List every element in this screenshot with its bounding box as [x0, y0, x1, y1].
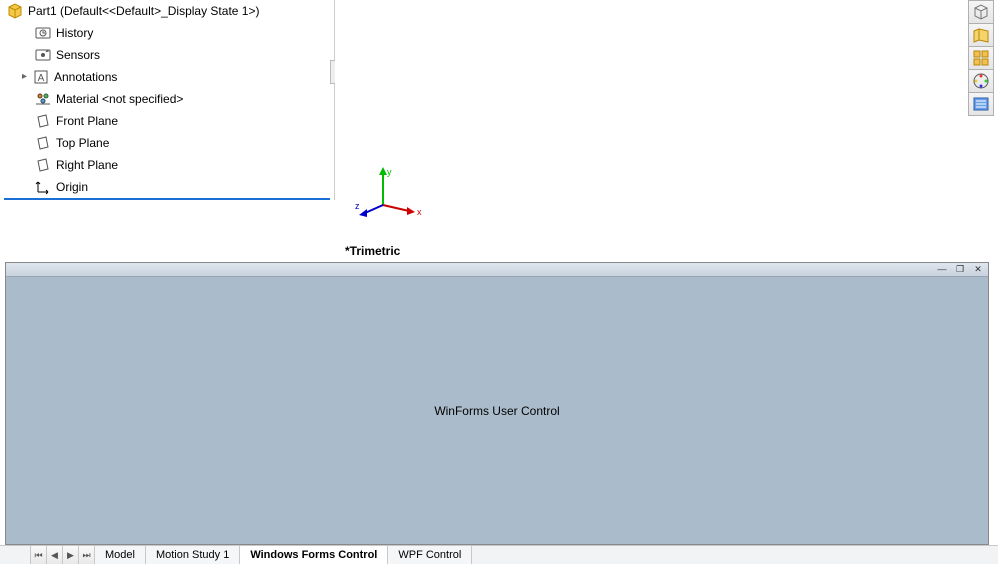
svg-text:A: A [38, 73, 45, 84]
plane-icon [34, 134, 52, 152]
tree-item-history[interactable]: History [0, 22, 334, 44]
tree-item-right-plane[interactable]: Right Plane [0, 154, 334, 176]
sw-resources-button[interactable] [968, 0, 994, 24]
tree-item-origin[interactable]: Origin [0, 176, 334, 198]
graphics-viewport[interactable]: y x z *Trimetric [335, 0, 968, 260]
tree-item-label: Annotations [54, 66, 117, 88]
tree-root-label: Part1 (Default<<Default>_Display State 1… [28, 0, 259, 22]
tree-item-label: History [56, 22, 93, 44]
part-icon [6, 2, 24, 20]
tab-label: Windows Forms Control [250, 549, 377, 561]
appearances-button[interactable] [968, 69, 994, 93]
taskpane-toolbar [968, 0, 998, 115]
maximize-button[interactable]: ❐ [954, 265, 966, 275]
tab-nav-first[interactable]: ⏮ [30, 546, 46, 564]
origin-icon [34, 178, 52, 196]
plane-icon [34, 156, 52, 174]
taskpane-body: WinForms User Control [6, 277, 988, 544]
axis-y-label: y [387, 167, 392, 177]
view-orientation-label: *Trimetric [345, 244, 400, 258]
tree-item-material[interactable]: Material <not specified> [0, 88, 334, 110]
tab-nav-prev[interactable]: ◀ [46, 546, 62, 564]
taskpane-body-text: WinForms User Control [434, 404, 559, 418]
close-button[interactable]: ✕ [972, 265, 984, 275]
axis-z-label: z [355, 201, 360, 211]
annotations-icon: A [32, 68, 50, 86]
tree-item-label: Right Plane [56, 154, 118, 176]
history-icon [34, 24, 52, 42]
tree-item-label: Material <not specified> [56, 88, 183, 110]
taskpane-panel: — ❐ ✕ WinForms User Control [5, 262, 989, 545]
sensors-icon [34, 46, 52, 64]
feature-manager-tree: Part1 (Default<<Default>_Display State 1… [0, 0, 335, 200]
minimize-button[interactable]: — [936, 265, 948, 275]
tree-item-label: Sensors [56, 44, 100, 66]
bottom-tab-strip: ⏮ ◀ ▶ ⏭ Model Motion Study 1 Windows For… [0, 545, 998, 564]
tree-item-label: Top Plane [56, 132, 109, 154]
tab-label: WPF Control [398, 549, 461, 561]
tab-nav-last[interactable]: ⏭ [78, 546, 94, 564]
tree-divider [4, 198, 330, 200]
tab-label: Motion Study 1 [156, 549, 229, 561]
tree-item-sensors[interactable]: Sensors [0, 44, 334, 66]
plane-icon [34, 112, 52, 130]
tree-root-item[interactable]: Part1 (Default<<Default>_Display State 1… [0, 0, 334, 22]
custom-properties-button[interactable] [968, 92, 994, 116]
tab-nav-group: ⏮ ◀ ▶ ⏭ [30, 546, 95, 564]
tree-item-label: Front Plane [56, 110, 118, 132]
tab-nav-next[interactable]: ▶ [62, 546, 78, 564]
tab-model[interactable]: Model [95, 546, 146, 564]
tree-item-annotations[interactable]: ▸ A Annotations [0, 66, 334, 88]
tree-item-label: Origin [56, 176, 88, 198]
tab-wpf-control[interactable]: WPF Control [388, 546, 472, 564]
tab-motion-study[interactable]: Motion Study 1 [146, 546, 240, 564]
expander-icon[interactable]: ▸ [22, 66, 32, 88]
material-icon [34, 90, 52, 108]
design-library-button[interactable] [968, 23, 994, 47]
tab-label: Model [105, 549, 135, 561]
tree-item-top-plane[interactable]: Top Plane [0, 132, 334, 154]
orientation-triad: y x z [355, 165, 425, 225]
axis-x-label: x [417, 207, 422, 217]
tab-winforms-control[interactable]: Windows Forms Control [240, 546, 388, 564]
file-explorer-button[interactable] [968, 46, 994, 70]
taskpane-titlebar: — ❐ ✕ [6, 263, 988, 277]
tree-item-front-plane[interactable]: Front Plane [0, 110, 334, 132]
